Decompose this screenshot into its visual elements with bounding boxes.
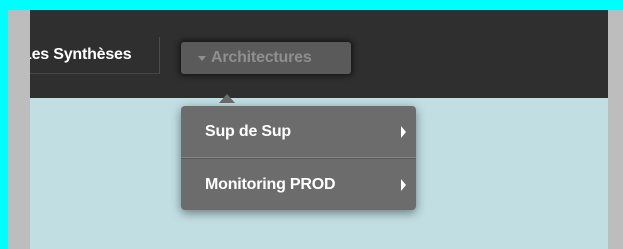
architectures-dropdown-menu: Sup de Sup Monitoring PROD — [181, 106, 416, 210]
nav-tab-label: Les Synthèses — [30, 46, 132, 63]
chevron-right-icon — [401, 178, 406, 191]
chevron-right-icon — [401, 125, 406, 138]
window-frame-right — [608, 10, 623, 249]
menu-item-monitoring-prod[interactable]: Monitoring PROD — [181, 158, 416, 210]
dropdown-pointer — [219, 94, 235, 103]
dropdown-toggle-label: Architectures — [211, 49, 312, 66]
window-frame-left — [8, 10, 30, 249]
nav-tab-syntheses[interactable]: Les Synthèses — [30, 37, 160, 74]
menu-item-sup-de-sup[interactable]: Sup de Sup — [181, 106, 416, 158]
caret-down-icon — [198, 55, 206, 61]
menu-item-label: Sup de Sup — [205, 122, 292, 140]
top-navbar: Les Synthèses Architectures — [30, 10, 608, 98]
app-viewport: Les Synthèses Architectures Sup de Sup M… — [30, 10, 608, 249]
menu-item-label: Monitoring PROD — [205, 175, 336, 193]
architectures-dropdown-toggle[interactable]: Architectures — [181, 42, 351, 74]
